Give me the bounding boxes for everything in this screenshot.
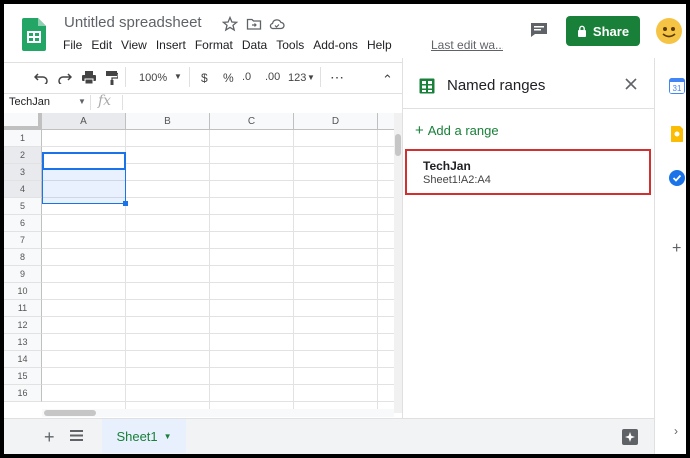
row-header[interactable]: 3: [4, 164, 42, 181]
print-icon[interactable]: [82, 71, 96, 84]
emoji-face-icon: [662, 27, 676, 38]
percent-format-button[interactable]: %: [223, 71, 234, 85]
collapse-toolbar-icon[interactable]: ⌃: [382, 72, 393, 88]
sheet-tab-label: Sheet1: [116, 428, 158, 444]
more-options-icon[interactable]: ⋯: [330, 69, 344, 86]
panel-title: Named ranges: [447, 77, 546, 94]
side-rail: 31 + ›: [654, 58, 686, 454]
close-icon[interactable]: [625, 78, 637, 90]
zoom-select[interactable]: 100%: [139, 72, 167, 84]
app-window: Untitled spreadsheet File Edit View Inse…: [4, 4, 686, 454]
row-header[interactable]: 12: [4, 317, 42, 334]
row-header[interactable]: 5: [4, 198, 42, 215]
calendar-icon[interactable]: 31: [669, 78, 685, 94]
expand-rail-chevron-icon[interactable]: ›: [674, 424, 678, 438]
fx-icon: fx: [98, 93, 112, 109]
add-sheet-button[interactable]: +: [44, 427, 55, 448]
row-header[interactable]: 2: [4, 147, 42, 164]
undo-icon[interactable]: [34, 72, 48, 84]
row-header[interactable]: 10: [4, 283, 42, 300]
name-box-chevron-down-icon[interactable]: ▼: [78, 97, 86, 106]
name-box[interactable]: TechJan: [9, 96, 50, 108]
tasks-icon[interactable]: [669, 170, 685, 186]
column-header-d[interactable]: D: [294, 113, 378, 130]
menu-view[interactable]: View: [121, 38, 147, 52]
share-button[interactable]: Share: [566, 16, 640, 46]
row-header[interactable]: 13: [4, 334, 42, 351]
formula-divider: [122, 95, 123, 110]
row-header[interactable]: 15: [4, 368, 42, 385]
comment-icon[interactable]: [530, 22, 548, 38]
fill-handle[interactable]: [123, 201, 128, 206]
toolbar-divider: [320, 67, 321, 87]
add-addon-plus-icon[interactable]: +: [672, 240, 681, 258]
row-header[interactable]: 4: [4, 181, 42, 198]
currency-format-button[interactable]: $: [201, 71, 208, 85]
row-header[interactable]: 7: [4, 232, 42, 249]
row-header[interactable]: 8: [4, 249, 42, 266]
menu-tools[interactable]: Tools: [276, 38, 304, 52]
formula-input[interactable]: [124, 92, 402, 113]
toolbar: 100% ▼ $ % .0 .00 123 ▼ ⋯ ⌃: [4, 62, 402, 94]
add-range-button[interactable]: + Add a range: [415, 122, 499, 139]
menu-file[interactable]: File: [63, 38, 82, 52]
move-folder-icon[interactable]: [246, 16, 262, 32]
row-header[interactable]: 16: [4, 385, 42, 402]
explore-icon[interactable]: [622, 429, 638, 445]
sheets-logo-icon[interactable]: [22, 18, 46, 51]
row-header[interactable]: 6: [4, 215, 42, 232]
paint-format-icon[interactable]: [106, 71, 118, 85]
row-header[interactable]: 11: [4, 300, 42, 317]
vertical-scroll-thumb[interactable]: [395, 134, 401, 156]
avatar[interactable]: [656, 18, 682, 44]
row-header[interactable]: 14: [4, 351, 42, 368]
range-reference: Sheet1!A2:A4: [423, 174, 491, 186]
plus-icon: +: [415, 122, 424, 139]
named-range-item[interactable]: TechJan Sheet1!A2:A4: [405, 149, 651, 195]
menu-help[interactable]: Help: [367, 38, 392, 52]
toolbar-divider: [125, 67, 126, 87]
lock-icon: [577, 25, 586, 37]
menu-edit[interactable]: Edit: [91, 38, 112, 52]
range-name: TechJan: [423, 159, 471, 173]
menu-insert[interactable]: Insert: [156, 38, 186, 52]
zoom-chevron-down-icon[interactable]: ▼: [174, 72, 182, 81]
add-range-label: Add a range: [427, 123, 499, 138]
redo-icon[interactable]: [58, 72, 72, 84]
horizontal-scroll-thumb[interactable]: [44, 410, 96, 416]
row-header[interactable]: 1: [4, 130, 42, 147]
more-formats-chevron-down-icon[interactable]: ▼: [307, 73, 315, 82]
menu-format[interactable]: Format: [195, 38, 233, 52]
all-sheets-icon[interactable]: [70, 430, 83, 441]
svg-text:31: 31: [673, 84, 682, 93]
increase-decimal-button[interactable]: .00: [265, 71, 280, 83]
toolbar-divider: [189, 67, 190, 87]
column-header-c[interactable]: C: [210, 113, 294, 130]
panel-divider: [403, 108, 655, 109]
named-ranges-panel: Named ranges + Add a range TechJan Sheet1…: [402, 58, 655, 418]
sheet-tab-sheet1[interactable]: Sheet1 ▼: [102, 419, 186, 453]
last-edit-link[interactable]: Last edit wa...: [431, 38, 503, 52]
formula-bar: TechJan ▼ fx: [4, 92, 402, 114]
menu-addons[interactable]: Add-ons: [313, 38, 358, 52]
column-header-a[interactable]: A: [42, 113, 126, 130]
vertical-scrollbar[interactable]: [394, 113, 402, 413]
star-icon[interactable]: [222, 16, 238, 32]
document-title[interactable]: Untitled spreadsheet: [64, 14, 202, 31]
table-icon: [419, 78, 435, 94]
more-formats-button[interactable]: 123: [288, 72, 306, 84]
menu-data[interactable]: Data: [242, 38, 267, 52]
select-all-corner[interactable]: [4, 113, 42, 130]
share-label: Share: [592, 23, 630, 39]
row-header[interactable]: 9: [4, 266, 42, 283]
cloud-status-icon[interactable]: [269, 16, 285, 32]
keep-icon[interactable]: [669, 126, 685, 142]
menu-bar: File Edit View Insert Format Data Tools …: [63, 38, 401, 52]
column-header-b[interactable]: B: [126, 113, 210, 130]
formula-divider: [90, 95, 91, 110]
active-cell[interactable]: [42, 152, 126, 170]
sheet-bar: + Sheet1 ▼: [4, 418, 654, 454]
sheet-tab-chevron-down-icon[interactable]: ▼: [164, 432, 172, 441]
decrease-decimal-button[interactable]: .0: [242, 71, 251, 83]
